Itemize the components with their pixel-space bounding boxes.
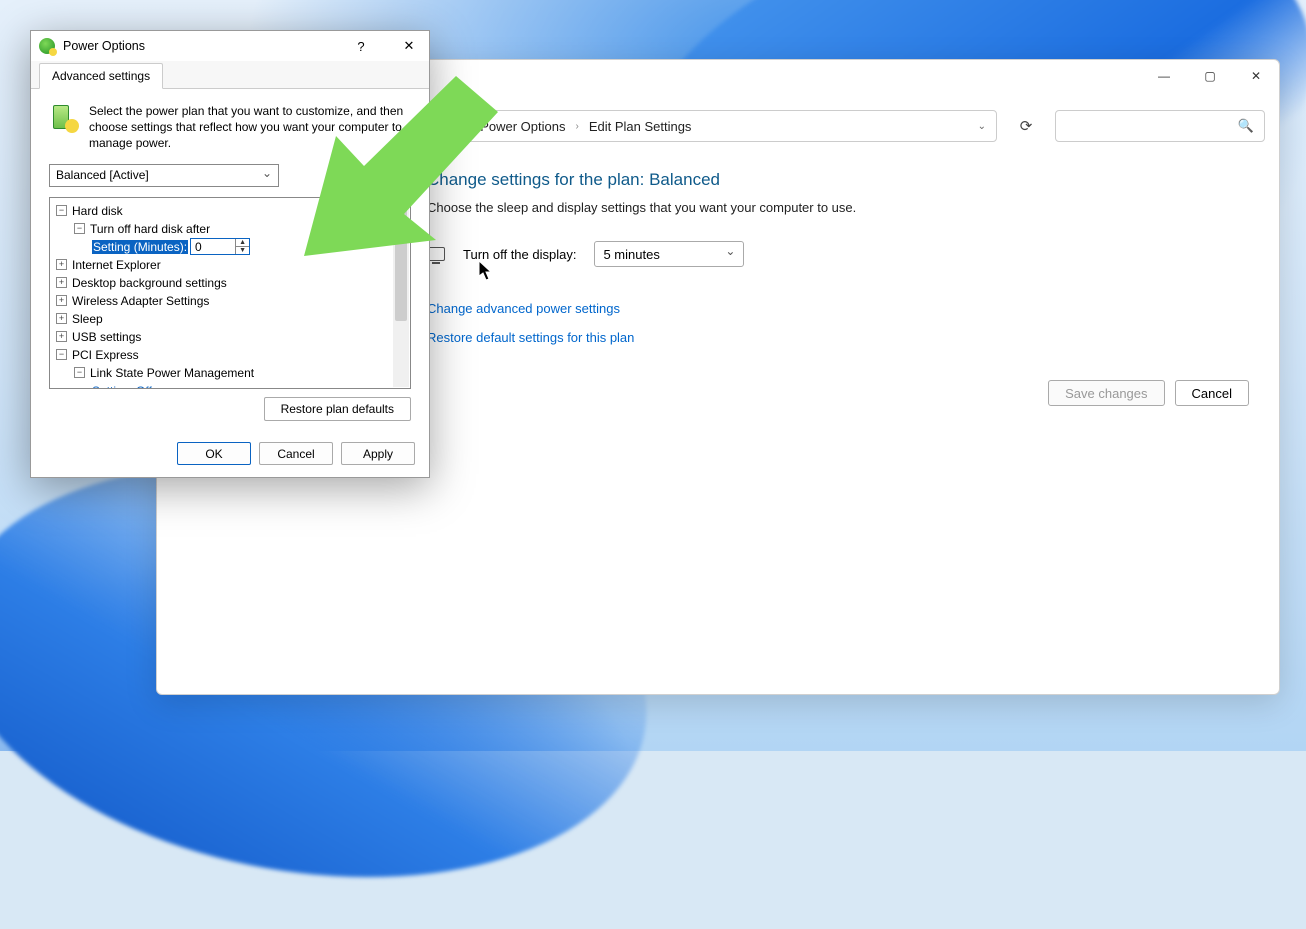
plan-select-value: Balanced [Active] <box>56 168 149 182</box>
dropdown-value: 5 minutes <box>603 247 659 262</box>
scrollbar[interactable] <box>393 199 409 387</box>
power-options-dialog: Power Options ? ✕ Advanced settings Sele… <box>30 30 430 478</box>
display-setting-row: Turn off the display: 5 minutes <box>427 241 1279 267</box>
tab-strip: Advanced settings <box>31 61 429 89</box>
collapse-icon[interactable]: − <box>56 349 67 360</box>
cancel-button[interactable]: Cancel <box>1175 380 1249 406</box>
display-label: Turn off the display: <box>463 247 576 262</box>
chevron-right-icon: › <box>575 121 578 132</box>
expand-icon[interactable]: + <box>56 277 67 288</box>
tree-item-sleep[interactable]: Sleep <box>72 312 103 326</box>
tree-item-pci[interactable]: PCI Express <box>72 348 139 362</box>
tree-item-turn-off-hd[interactable]: Turn off hard disk after <box>90 222 210 236</box>
collapse-icon[interactable]: − <box>56 205 67 216</box>
power-plan-select[interactable]: Balanced [Active] <box>49 164 279 187</box>
apply-button[interactable]: Apply <box>341 442 415 465</box>
dialog-intro-text: Select the power plan that you want to c… <box>89 103 411 152</box>
display-timeout-dropdown[interactable]: 5 minutes <box>594 241 744 267</box>
refresh-button[interactable]: ⟳ <box>1009 109 1043 143</box>
help-button[interactable]: ? <box>341 31 381 61</box>
tree-item-wireless[interactable]: Wireless Adapter Settings <box>72 294 209 308</box>
breadcrumb-item[interactable]: Edit Plan Settings <box>589 119 692 134</box>
page-subtitle: Choose the sleep and display settings th… <box>427 200 1279 215</box>
lspm-setting-label: Setting: <box>92 384 133 389</box>
power-options-icon <box>39 38 55 54</box>
spinner-control[interactable]: ▲▼ <box>235 239 249 254</box>
tree-item-lspm-setting: Setting: Off <box>52 382 410 389</box>
dialog-titlebar[interactable]: Power Options ? ✕ <box>31 31 429 61</box>
collapse-icon[interactable]: − <box>74 223 85 234</box>
expand-icon[interactable]: + <box>56 259 67 270</box>
maximize-button[interactable]: ▢ <box>1187 60 1233 92</box>
tree-item-usb[interactable]: USB settings <box>72 330 141 344</box>
save-changes-button[interactable]: Save changes <box>1048 380 1164 406</box>
chevron-right-icon: › <box>467 121 470 132</box>
search-icon: 🔍 <box>1238 118 1254 134</box>
page-title: Change settings for the plan: Balanced <box>427 170 1279 190</box>
setting-minutes-label: Setting (Minutes): <box>92 240 188 254</box>
restore-plan-defaults-button[interactable]: Restore plan defaults <box>264 397 411 421</box>
tree-item-ie[interactable]: Internet Explorer <box>72 258 161 272</box>
battery-plug-icon <box>49 103 79 133</box>
tree-item-hd-setting: Setting (Minutes): ▲▼ <box>52 238 410 256</box>
setting-minutes-input[interactable] <box>191 239 235 254</box>
tree-item-desktop-bg[interactable]: Desktop background settings <box>72 276 227 290</box>
collapse-icon[interactable]: − <box>74 367 85 378</box>
lspm-setting-value[interactable]: Off <box>136 384 152 389</box>
dialog-close-button[interactable]: ✕ <box>389 31 429 61</box>
breadcrumb-item[interactable]: Power Options <box>480 119 565 134</box>
tree-item-hard-disk[interactable]: Hard disk <box>72 204 123 218</box>
search-input[interactable]: 🔍 <box>1055 110 1265 142</box>
dialog-title: Power Options <box>63 39 145 53</box>
expand-icon[interactable]: + <box>56 313 67 324</box>
change-advanced-link[interactable]: Change advanced power settings <box>427 301 620 316</box>
cancel-button[interactable]: Cancel <box>259 442 333 465</box>
close-button[interactable]: ✕ <box>1233 60 1279 92</box>
tree-item-lspm[interactable]: Link State Power Management <box>90 366 254 380</box>
chevron-down-icon[interactable]: ⌄ <box>978 121 986 132</box>
ok-button[interactable]: OK <box>177 442 251 465</box>
expand-icon[interactable]: + <box>56 331 67 342</box>
minimize-button[interactable]: — <box>1141 60 1187 92</box>
restore-defaults-link[interactable]: Restore default settings for this plan <box>427 330 634 345</box>
tab-advanced-settings[interactable]: Advanced settings <box>39 63 163 89</box>
expand-icon[interactable]: + <box>56 295 67 306</box>
settings-tree[interactable]: −Hard disk −Turn off hard disk after Set… <box>49 197 411 389</box>
